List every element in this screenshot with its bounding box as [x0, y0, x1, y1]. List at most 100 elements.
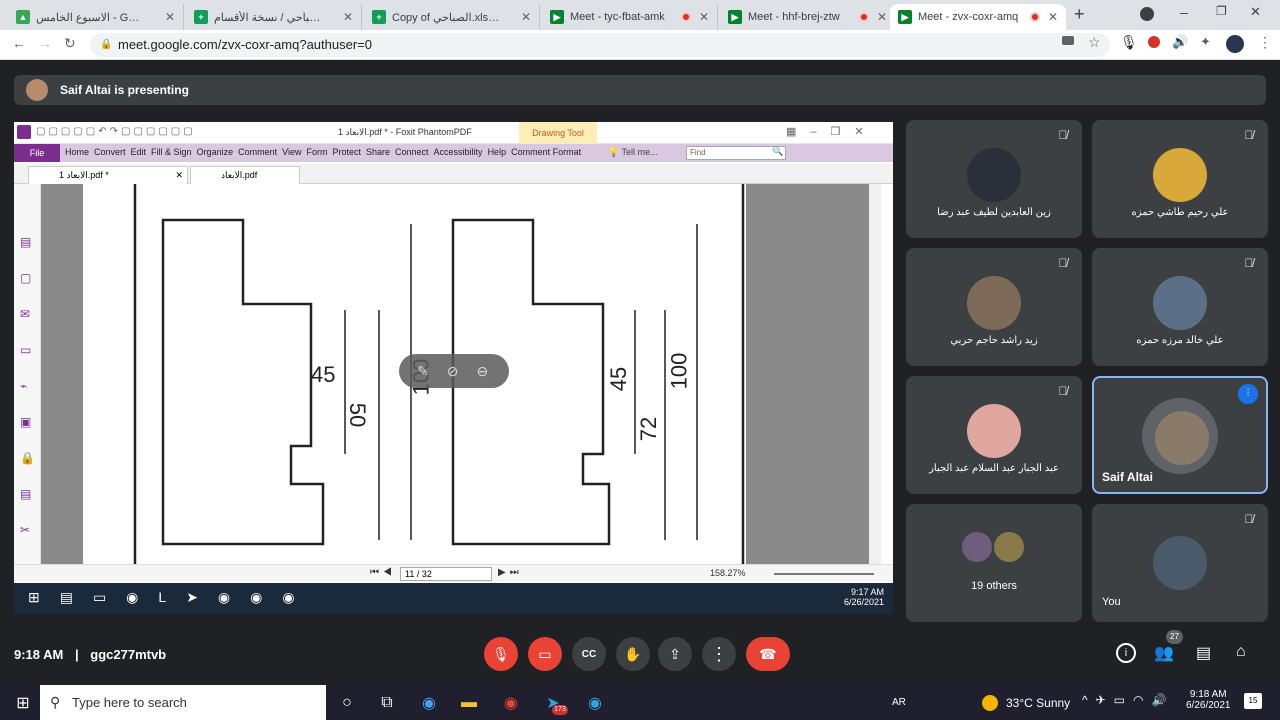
- tray-icons[interactable]: ^✈▭◠🔊: [1082, 693, 1174, 707]
- raise-hand-button[interactable]: ✋: [616, 637, 650, 671]
- participant-tile[interactable]: 🎙̸ علي رحيم طاشي حمزه: [1092, 120, 1268, 238]
- edge-icon[interactable]: ◉: [416, 690, 442, 716]
- address-bar: ← → ↻ 🔒 meet.google.com/zvx-coxr-amq?aut…: [0, 30, 1280, 60]
- close-icon[interactable]: ✕: [521, 10, 531, 24]
- presenter-controls[interactable]: ✎⊘⊖: [399, 354, 509, 388]
- participant-tile[interactable]: 🎙̸ علي خالد مرزه حمزه: [1092, 248, 1268, 366]
- doc-tab-1[interactable]: الابعاد 1.pdf * ✕: [28, 166, 188, 184]
- doc-tab-2[interactable]: الابعاد.pdf: [190, 166, 300, 184]
- tab-meet-active[interactable]: ▶ Meet - zvx-coxr-amq ✕: [890, 4, 1066, 30]
- profile-avatar[interactable]: [1226, 35, 1244, 53]
- action-center-icon[interactable]: 15: [1244, 693, 1262, 709]
- ribbon-protect[interactable]: Protect: [332, 147, 361, 157]
- close-icon[interactable]: ✕: [699, 10, 709, 24]
- puzzle-icon[interactable]: ✦: [1200, 34, 1211, 50]
- participant-tile-active-speaker[interactable]: ⫶ Saif Altai: [1092, 376, 1268, 494]
- participant-tile[interactable]: 🎙̸ زيد راشد حاجم حربي: [906, 248, 1082, 366]
- close-icon[interactable]: ✕: [175, 167, 183, 183]
- vertical-scrollbar[interactable]: [869, 184, 881, 564]
- speaker-icon[interactable]: 🔊: [1172, 34, 1188, 50]
- foxit-title: الابعاد 1.pdf * - Foxit PhantomPDF: [338, 127, 472, 137]
- window-close-icon[interactable]: ✕: [1250, 4, 1261, 20]
- remote-taskbar-apps[interactable]: ⊞▤▭◉L➤◉◉◉: [28, 589, 315, 606]
- search-icon[interactable]: 🔍: [772, 146, 783, 157]
- close-icon[interactable]: ✕: [165, 10, 175, 24]
- tab-meet-2[interactable]: ▶ Meet - hhf-brej-ztw ✕: [720, 4, 896, 30]
- ribbon-comment[interactable]: Comment: [238, 147, 277, 157]
- microphone-icon[interactable]: 🎙: [1120, 34, 1138, 51]
- ribbon-view[interactable]: View: [282, 147, 301, 157]
- extension-icon[interactable]: [1148, 36, 1160, 48]
- more-options-button[interactable]: ⋮: [702, 637, 736, 671]
- ribbon-organize[interactable]: Organize: [197, 147, 234, 157]
- forward-icon[interactable]: →: [38, 35, 52, 51]
- task-view-icon[interactable]: ⧉: [374, 690, 400, 716]
- reload-icon[interactable]: ↻: [64, 35, 76, 52]
- url-field[interactable]: 🔒 meet.google.com/zvx-coxr-amq?authuser=…: [90, 33, 1110, 57]
- menu-icon[interactable]: ⋮: [1258, 34, 1272, 51]
- camera-icon[interactable]: [1062, 36, 1074, 45]
- weather-widget[interactable]: 33°C Sunny: [1006, 696, 1070, 710]
- sidebar-tools[interactable]: ▤ ▢ ✉ ▭ ⌁ ▣ 🔒 ▤ ✂: [20, 224, 35, 548]
- ribbon-comment-format[interactable]: Comment Format: [511, 147, 581, 157]
- tab-sheets-2[interactable]: + Copy of الصباحي.xlsx - Google ✕: [364, 4, 540, 30]
- taskbar-search[interactable]: ⚲ Type here to search: [40, 685, 326, 720]
- cortana-icon[interactable]: ○: [334, 690, 360, 716]
- ribbon-home[interactable]: Home: [65, 147, 89, 157]
- app-icon[interactable]: ◉: [582, 690, 608, 716]
- maximize-icon[interactable]: ❐: [1216, 4, 1227, 18]
- ribbon-connect[interactable]: Connect: [395, 147, 429, 157]
- ribbon-accessibility[interactable]: Accessibility: [434, 147, 483, 157]
- tab-meet-1[interactable]: ▶ Meet - tyc-fbat-amk ✕: [542, 4, 718, 30]
- participant-tile-others[interactable]: 19 others: [906, 504, 1082, 622]
- activities-button[interactable]: ⌂: [1236, 643, 1246, 661]
- ribbon-fill-sign[interactable]: Fill & Sign: [151, 147, 192, 157]
- ribbon-convert[interactable]: Convert: [94, 147, 126, 157]
- new-tab-button[interactable]: +: [1074, 4, 1085, 25]
- camera-toggle-button[interactable]: ▭: [528, 637, 562, 671]
- tell-me-field[interactable]: 💡 Tell me...: [608, 147, 658, 158]
- tab-sheets-1[interactable]: + الصباحي / نسخة الأقسام - Sheets ✕: [186, 4, 362, 30]
- avatar: [967, 148, 1021, 202]
- mic-off-icon: 🎙: [492, 645, 510, 662]
- page-nav-first-prev[interactable]: ⏮◀: [370, 567, 396, 578]
- system-clock[interactable]: 9:18 AM 6/26/2021: [1186, 689, 1231, 711]
- file-menu[interactable]: File: [14, 144, 60, 162]
- language-indicator[interactable]: AR: [892, 697, 906, 708]
- mic-off-icon: 🎙̸: [1244, 256, 1254, 270]
- page-nav-next-last[interactable]: ▶⏭: [498, 567, 523, 578]
- info-button[interactable]: i: [1116, 643, 1136, 663]
- zoom-slider[interactable]: [774, 573, 874, 575]
- page-number-field[interactable]: 11 / 32: [400, 567, 492, 581]
- close-icon[interactable]: ✕: [877, 10, 887, 24]
- zoom-level[interactable]: 158.27%: [710, 568, 746, 578]
- close-icon[interactable]: ✕: [1048, 10, 1058, 24]
- close-icon[interactable]: ✕: [343, 10, 353, 24]
- tab-search-icon[interactable]: [1140, 7, 1154, 21]
- mic-off-icon: 🎙̸: [1058, 256, 1068, 270]
- leave-call-button[interactable]: ☎: [746, 637, 790, 671]
- file-explorer-icon[interactable]: ▬: [456, 690, 482, 716]
- participant-tile-self[interactable]: 🎙̸ You: [1092, 504, 1268, 622]
- ribbon-edit[interactable]: Edit: [131, 147, 147, 157]
- minimize-icon[interactable]: –: [1180, 4, 1188, 20]
- people-button[interactable]: 👥: [1154, 643, 1174, 663]
- ribbon-form[interactable]: Form: [306, 147, 327, 157]
- participant-tile[interactable]: 🎙̸ عبد الجبار عبد السلام عبد الجبار: [906, 376, 1082, 494]
- tab-drive[interactable]: ▲ الاسبوع الخامس - Google Drive ✕: [8, 4, 184, 30]
- quick-access-toolbar[interactable]: ▢▢▢▢▢↶↷▢▢▢▢▢▢: [36, 126, 196, 137]
- captions-button[interactable]: CC: [572, 637, 606, 671]
- bookmark-star-icon[interactable]: ☆: [1088, 34, 1101, 51]
- mic-toggle-button[interactable]: 🎙: [484, 637, 518, 671]
- ribbon-share[interactable]: Share: [366, 147, 390, 157]
- chat-button[interactable]: ▤: [1196, 643, 1211, 663]
- find-field[interactable]: Find: [686, 146, 786, 160]
- participant-tile[interactable]: 🎙̸ زين العابدين لطيف عبد رضا: [906, 120, 1082, 238]
- drawing-tool-tab[interactable]: Drawing Tool: [519, 122, 597, 144]
- back-icon[interactable]: ←: [12, 35, 26, 51]
- window-controls[interactable]: ▦–❐✕: [786, 125, 878, 138]
- ribbon-help[interactable]: Help: [488, 147, 507, 157]
- chrome-icon[interactable]: ◉: [498, 690, 524, 716]
- windows-start-icon[interactable]: ⊞: [10, 690, 36, 716]
- present-button[interactable]: ⇪: [658, 637, 692, 671]
